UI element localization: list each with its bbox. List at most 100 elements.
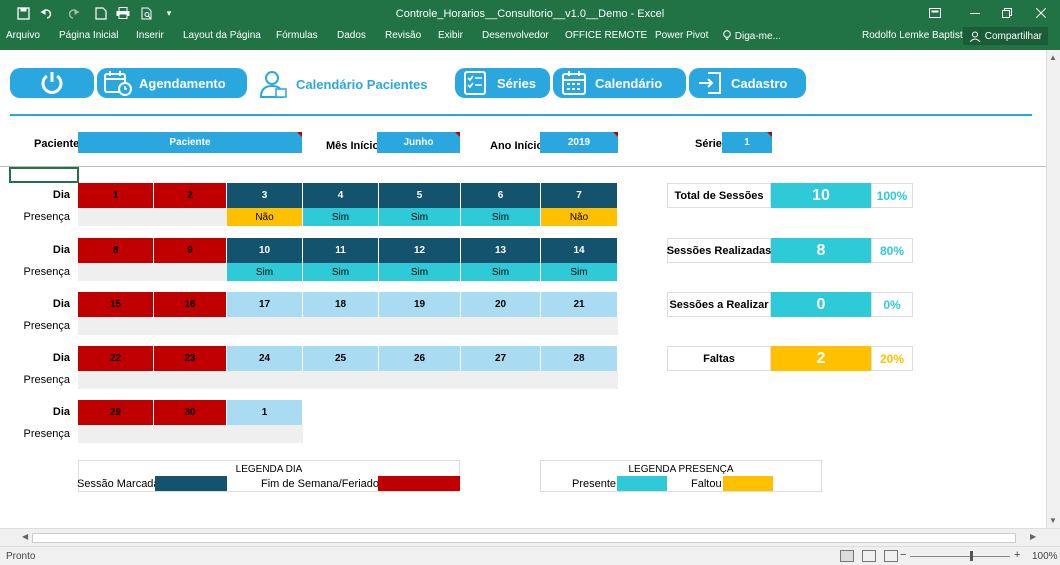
horizontal-scrollbar[interactable]: ◀ ▶ <box>0 528 1060 546</box>
tab-formulas[interactable]: Fórmulas <box>276 30 318 41</box>
day-cell[interactable]: 17 <box>227 292 303 317</box>
ano-inicio-input[interactable]: 2019 <box>540 132 618 153</box>
ribbon-display-icon[interactable] <box>920 3 950 23</box>
day-cell[interactable]: 10 <box>227 238 303 263</box>
tab-arquivo[interactable]: Arquivo <box>6 30 40 41</box>
nav-calendario-button[interactable]: Calendário <box>553 68 686 98</box>
paciente-input[interactable]: Paciente <box>78 132 302 153</box>
vertical-scrollbar[interactable]: ▲ ▼ <box>1046 50 1060 528</box>
tab-revisao[interactable]: Revisão <box>385 30 421 41</box>
day-cell[interactable]: 4 <box>303 183 379 208</box>
scroll-up-icon[interactable]: ▲ <box>1049 53 1057 62</box>
user-name[interactable]: Rodolfo Lemke Baptista <box>862 30 968 41</box>
worksheet[interactable]: Agendamento Calendário Pacientes Séries … <box>0 50 1046 528</box>
presence-cell[interactable]: Sim <box>461 208 541 226</box>
day-cell[interactable]: 14 <box>541 238 618 263</box>
tab-inserir[interactable]: Inserir <box>136 30 164 41</box>
presence-cell[interactable]: Sim <box>227 263 303 281</box>
presence-cell[interactable]: Sim <box>541 263 618 281</box>
power-button[interactable] <box>10 68 94 98</box>
tab-dados[interactable]: Dados <box>337 30 366 41</box>
day-cell[interactable]: 15 <box>78 292 154 317</box>
zoom-out-icon[interactable]: − <box>900 549 906 561</box>
day-cell[interactable]: 6 <box>461 183 541 208</box>
selected-cell[interactable] <box>9 167 79 183</box>
zoom-level[interactable]: 100% <box>1032 551 1058 562</box>
presence-cell[interactable]: Sim <box>461 263 541 281</box>
day-cell[interactable]: 28 <box>541 346 618 371</box>
close-icon[interactable] <box>1026 3 1056 23</box>
stat-label: Sessões Realizadas <box>667 238 771 263</box>
day-cell[interactable]: 19 <box>379 292 461 317</box>
day-cell[interactable]: 1 <box>78 183 154 208</box>
day-cell[interactable]: 8 <box>78 238 154 263</box>
tab-office-remote[interactable]: OFFICE REMOTE <box>565 30 647 41</box>
day-cell[interactable]: 18 <box>303 292 379 317</box>
calendar-clock-icon <box>103 70 133 96</box>
nav-calendario-pacientes[interactable]: Calendário Pacientes <box>258 68 428 100</box>
tab-layout-pagina[interactable]: Layout da Página <box>183 30 261 41</box>
zoom-slider-handle[interactable] <box>970 551 973 561</box>
restore-icon[interactable] <box>992 3 1022 23</box>
tell-me-search[interactable]: Diga-me... <box>722 30 781 42</box>
day-cell[interactable]: 13 <box>461 238 541 263</box>
nav-cadastro-button[interactable]: Cadastro <box>689 68 806 98</box>
day-cell[interactable]: 5 <box>379 183 461 208</box>
day-cell[interactable]: 24 <box>227 346 303 371</box>
nav-series-button[interactable]: Séries <box>455 68 550 98</box>
tab-power-pivot[interactable]: Power Pivot <box>655 30 708 41</box>
share-button[interactable]: Compartilhar <box>962 27 1048 45</box>
presenca-label: Presença <box>23 266 70 278</box>
day-cell[interactable]: 30 <box>154 400 227 425</box>
day-cell[interactable]: 27 <box>461 346 541 371</box>
header-divider <box>10 114 1032 116</box>
title-bar: ▾ Controle_Horarios__Consultorio__v1.0__… <box>0 0 1060 50</box>
day-cell[interactable]: 11 <box>303 238 379 263</box>
dia-label: Dia <box>52 244 70 256</box>
tab-pagina-inicial[interactable]: Página Inicial <box>59 30 118 41</box>
page-layout-view-icon[interactable] <box>862 550 876 562</box>
scroll-down-icon[interactable]: ▼ <box>1049 516 1057 525</box>
day-cell[interactable]: 21 <box>541 292 618 317</box>
day-cell[interactable]: 12 <box>379 238 461 263</box>
day-cell[interactable]: 3 <box>227 183 303 208</box>
day-cell[interactable]: 2 <box>154 183 227 208</box>
mes-inicio-input[interactable]: Junho <box>377 132 460 153</box>
day-cell[interactable]: 26 <box>379 346 461 371</box>
paciente-label: Paciente <box>34 138 80 150</box>
day-cell[interactable]: 23 <box>154 346 227 371</box>
presence-cell[interactable]: Sim <box>303 208 379 226</box>
zoom-slider[interactable] <box>910 556 1010 557</box>
presence-cell[interactable]: Sim <box>379 208 461 226</box>
stat-percent: 80% <box>871 238 913 263</box>
serie-input[interactable]: 1 <box>722 132 772 153</box>
day-cell[interactable]: 1 <box>227 400 303 425</box>
day-cell[interactable]: 29 <box>78 400 154 425</box>
day-cell[interactable]: 16 <box>154 292 227 317</box>
scroll-left-icon[interactable]: ◀ <box>22 532 28 541</box>
day-cell[interactable]: 22 <box>78 346 154 371</box>
normal-view-icon[interactable] <box>840 550 854 562</box>
presence-cell[interactable]: Sim <box>379 263 461 281</box>
tab-desenvolvedor[interactable]: Desenvolvedor <box>482 30 549 41</box>
scroll-right-icon[interactable]: ▶ <box>1030 532 1036 541</box>
presence-cell[interactable]: Não <box>227 208 303 226</box>
legend-presenca-title: LEGENDA PRESENÇA <box>628 464 734 475</box>
presence-cell[interactable]: Sim <box>303 263 379 281</box>
day-cell[interactable]: 25 <box>303 346 379 371</box>
calendar-icon <box>559 70 589 96</box>
presence-cell[interactable]: Não <box>541 208 618 226</box>
legend-presenca: LEGENDA PRESENÇA Presente Faltou <box>540 460 822 492</box>
minimize-icon[interactable] <box>960 3 990 23</box>
day-cell[interactable]: 7 <box>541 183 618 208</box>
zoom-in-icon[interactable]: + <box>1014 549 1020 561</box>
day-cell[interactable]: 9 <box>154 238 227 263</box>
tab-exibir[interactable]: Exibir <box>438 30 463 41</box>
legend-presente-label: Presente <box>572 478 617 490</box>
stat-label: Total de Sessões <box>667 183 771 208</box>
horizontal-scroll-thumb[interactable] <box>32 533 1016 543</box>
mes-inicio-label: Mês Início <box>326 140 380 152</box>
page-break-view-icon[interactable] <box>884 550 898 562</box>
day-cell[interactable]: 20 <box>461 292 541 317</box>
nav-agendamento-button[interactable]: Agendamento <box>97 68 247 98</box>
